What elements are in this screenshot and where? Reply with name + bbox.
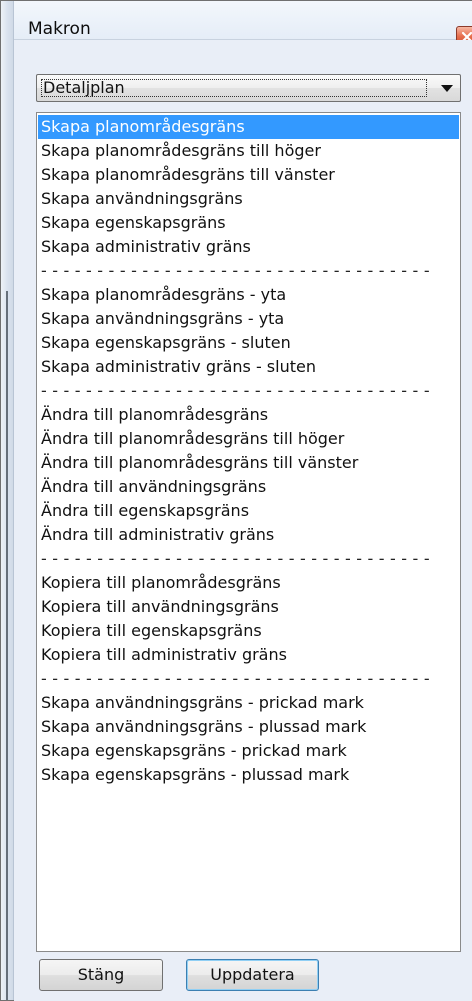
- list-item[interactable]: Ändra till användningsgräns: [38, 475, 459, 499]
- list-item[interactable]: Ändra till planområdesgräns till höger: [38, 427, 459, 451]
- list-item[interactable]: Ändra till planområdesgräns: [38, 403, 459, 427]
- list-item[interactable]: Kopiera till egenskapsgräns: [38, 619, 459, 643]
- list-item[interactable]: Skapa planområdesgräns: [38, 115, 459, 139]
- window-edge-line: [6, 291, 8, 1000]
- list-item[interactable]: Skapa administrativ gräns: [38, 235, 459, 259]
- list-item[interactable]: Skapa egenskapsgräns - sluten: [38, 331, 459, 355]
- list-item[interactable]: Ändra till planområdesgräns till vänster: [38, 451, 459, 475]
- list-item[interactable]: Skapa användningsgräns - plussad mark: [38, 715, 459, 739]
- title-bar[interactable]: Makron: [14, 1, 472, 48]
- window-title: Makron: [28, 19, 91, 39]
- list-item[interactable]: Skapa planområdesgräns till vänster: [38, 163, 459, 187]
- dialog-content: Detaljplan Skapa planområdesgräns Skapa p…: [14, 40, 472, 1001]
- list-item[interactable]: Skapa användningsgräns - prickad mark: [38, 691, 459, 715]
- list-item[interactable]: Skapa egenskapsgräns - prickad mark: [38, 739, 459, 763]
- list-item[interactable]: Skapa planområdesgräns till höger: [38, 139, 459, 163]
- list-item[interactable]: Skapa egenskapsgräns - plussad mark: [38, 763, 459, 787]
- list-separator: - - - - - - - - - - - - - - - - - - - - …: [41, 261, 430, 280]
- list-item[interactable]: Skapa planområdesgräns - yta: [38, 283, 459, 307]
- dropdown-selected-value: Detaljplan: [43, 78, 125, 97]
- list-item[interactable]: Kopiera till användningsgräns: [38, 595, 459, 619]
- list-item[interactable]: Ändra till administrativ gräns: [38, 523, 459, 547]
- list-item[interactable]: Ändra till egenskapsgräns: [38, 499, 459, 523]
- list-item[interactable]: Skapa administrativ gräns - sluten: [38, 355, 459, 379]
- list-separator: - - - - - - - - - - - - - - - - - - - - …: [41, 381, 430, 400]
- list-separator: - - - - - - - - - - - - - - - - - - - - …: [41, 549, 430, 568]
- makron-window: Makron Detaljplan Skapa planområdesgräns…: [0, 0, 472, 1001]
- list-item[interactable]: Kopiera till planområdesgräns: [38, 571, 459, 595]
- update-button[interactable]: Uppdatera: [186, 959, 319, 991]
- macro-list-items: Skapa planområdesgräns Skapa planområdesg…: [38, 115, 459, 787]
- list-separator: - - - - - - - - - - - - - - - - - - - - …: [41, 669, 430, 688]
- macro-list[interactable]: Skapa planområdesgräns Skapa planområdesg…: [36, 112, 461, 952]
- list-item[interactable]: Skapa egenskapsgräns: [38, 211, 459, 235]
- list-item[interactable]: Skapa användningsgräns: [38, 187, 459, 211]
- window-left-border: [1, 1, 14, 1000]
- plan-type-dropdown[interactable]: Detaljplan: [36, 74, 461, 102]
- chevron-down-icon[interactable]: [441, 85, 453, 92]
- close-button[interactable]: Stäng: [39, 959, 163, 991]
- list-item[interactable]: Kopiera till administrativ gräns: [38, 643, 459, 667]
- list-item[interactable]: Skapa användningsgräns - yta: [38, 307, 459, 331]
